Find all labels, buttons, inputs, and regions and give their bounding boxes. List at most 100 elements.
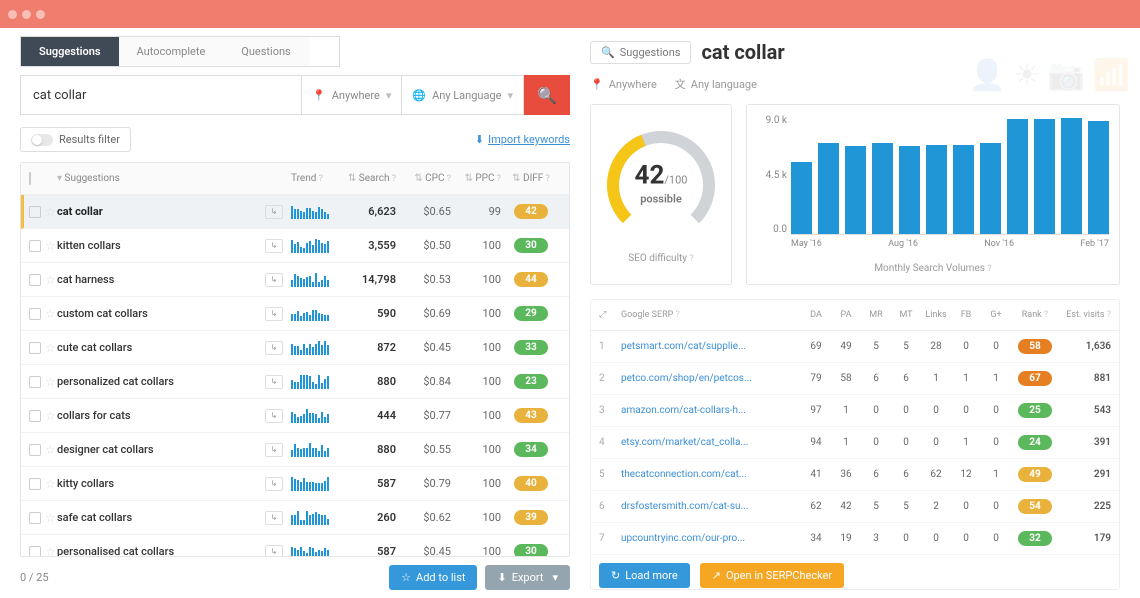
star-icon[interactable]: ☆ — [45, 341, 56, 355]
star-icon[interactable]: ☆ — [45, 477, 56, 491]
expand-button[interactable]: ↳ — [265, 443, 283, 457]
th-trend[interactable]: Trend — [291, 173, 316, 184]
external-icon: ↗ — [712, 569, 721, 582]
th-gp[interactable]: G+ — [990, 310, 1001, 320]
language-filter[interactable]: 🌐 Any Language ▾ — [402, 75, 524, 115]
tab-suggestions[interactable]: Suggestions — [21, 37, 119, 66]
expand-button[interactable]: ↳ — [265, 511, 283, 525]
da-cell: 97 — [803, 405, 829, 416]
table-row[interactable]: ☆ cat collar ↳ 6,623 $0.65 99 42 — [21, 195, 569, 229]
results-filter-toggle[interactable]: Results filter — [20, 127, 131, 152]
row-checkbox[interactable] — [29, 376, 41, 388]
select-all-checkbox[interactable] — [29, 172, 31, 185]
import-keywords-link[interactable]: ⬇ Import keywords — [475, 133, 570, 146]
serp-url[interactable]: upcountryinc.com/our-pro... — [621, 533, 799, 544]
serp-row[interactable]: 7 upcountryinc.com/our-pro... 34 19 3 0 … — [591, 523, 1119, 555]
star-icon[interactable]: ☆ — [45, 273, 56, 287]
th-mt[interactable]: MT — [899, 310, 912, 320]
th-url[interactable]: Google SERP — [621, 310, 673, 320]
table-row[interactable]: ☆ safe cat collars ↳ 260 $0.62 100 39 — [21, 501, 569, 535]
th-suggestions[interactable]: Suggestions — [65, 173, 120, 184]
serp-url[interactable]: thecatconnection.com/cat... — [621, 469, 799, 480]
th-links[interactable]: Links — [925, 310, 946, 320]
table-row[interactable]: ☆ custom cat collars ↳ 590 $0.69 100 29 — [21, 297, 569, 331]
expand-button[interactable]: ↳ — [265, 273, 283, 287]
row-checkbox[interactable] — [29, 478, 41, 490]
th-ppc[interactable]: PPC — [475, 173, 494, 184]
table-row[interactable]: ☆ personalised cat collars ↳ 587 $0.45 1… — [21, 535, 569, 556]
row-checkbox[interactable] — [29, 240, 41, 252]
location-filter[interactable]: 📍 Anywhere ▾ — [302, 75, 402, 115]
open-serpchecker-button[interactable]: ↗Open in SERPChecker — [700, 563, 844, 588]
mr-cell: 0 — [863, 405, 889, 416]
search-button[interactable]: 🔍 — [524, 75, 570, 115]
tab-autocomplete[interactable]: Autocomplete — [119, 37, 224, 66]
table-row[interactable]: ☆ kitten collars ↳ 3,559 $0.50 100 30 — [21, 229, 569, 263]
expand-button[interactable]: ↳ — [265, 545, 283, 557]
star-icon[interactable]: ☆ — [45, 239, 56, 253]
serp-url[interactable]: drsfostersmith.com/cat-su... — [621, 501, 799, 512]
expand-button[interactable]: ↳ — [265, 409, 283, 423]
row-checkbox[interactable] — [29, 512, 41, 524]
th-cpc[interactable]: CPC — [425, 173, 444, 184]
row-checkbox[interactable] — [29, 206, 41, 218]
serp-row[interactable]: 3 amazon.com/cat-collars-h... 97 1 0 0 0… — [591, 395, 1119, 427]
th-da[interactable]: DA — [810, 310, 822, 320]
serp-row[interactable]: 5 thecatconnection.com/cat... 41 36 6 6 … — [591, 459, 1119, 491]
table-row[interactable]: ☆ collars for cats ↳ 444 $0.77 100 43 — [21, 399, 569, 433]
th-pa[interactable]: PA — [841, 310, 852, 320]
row-checkbox[interactable] — [29, 342, 41, 354]
table-row[interactable]: ☆ cute cat collars ↳ 872 $0.45 100 33 — [21, 331, 569, 365]
serp-url[interactable]: etsy.com/market/cat_colla... — [621, 437, 799, 448]
serp-url[interactable]: petco.com/shop/en/petcos... — [621, 373, 799, 384]
expand-button[interactable]: ↳ — [265, 239, 283, 253]
star-icon[interactable]: ☆ — [45, 443, 56, 457]
export-button[interactable]: ⬇Export▾ — [485, 565, 570, 590]
table-row[interactable]: ☆ personalized cat collars ↳ 880 $0.84 1… — [21, 365, 569, 399]
star-icon[interactable]: ☆ — [45, 511, 56, 525]
window-dot — [8, 10, 17, 19]
expand-button[interactable]: ↳ — [265, 205, 283, 219]
th-fb[interactable]: FB — [961, 310, 972, 320]
star-icon[interactable]: ☆ — [45, 205, 56, 219]
expand-button[interactable]: ↳ — [265, 375, 283, 389]
serp-row[interactable]: 1 petsmart.com/cat/supplie... 69 49 5 5 … — [591, 331, 1119, 363]
table-row[interactable]: ☆ designer cat collars ↳ 880 $0.55 100 3… — [21, 433, 569, 467]
star-icon[interactable]: ☆ — [45, 307, 56, 321]
keyword-input[interactable] — [20, 75, 302, 115]
help-icon[interactable]: ? — [690, 254, 694, 264]
expand-button[interactable]: ↳ — [265, 307, 283, 321]
serp-row[interactable]: 4 etsy.com/market/cat_colla... 94 1 0 0 … — [591, 427, 1119, 459]
serp-row[interactable]: 2 petco.com/shop/en/petcos... 79 58 6 6 … — [591, 363, 1119, 395]
th-ev[interactable]: Est. visits — [1066, 310, 1104, 320]
add-to-list-button[interactable]: ☆Add to list — [389, 565, 477, 590]
serp-url[interactable]: amazon.com/cat-collars-h... — [621, 405, 799, 416]
th-mr[interactable]: MR — [869, 310, 882, 320]
row-checkbox[interactable] — [29, 308, 41, 320]
breadcrumb-suggestions[interactable]: 🔍Suggestions — [590, 41, 691, 64]
row-checkbox[interactable] — [29, 546, 41, 557]
pa-cell: 1 — [833, 405, 859, 416]
help-icon[interactable]: ? — [987, 264, 991, 274]
expand-button[interactable]: ↳ — [265, 341, 283, 355]
tab-questions[interactable]: Questions — [223, 37, 308, 66]
star-icon[interactable]: ☆ — [45, 375, 56, 389]
row-checkbox[interactable] — [29, 274, 41, 286]
table-row[interactable]: ☆ kitty collars ↳ 587 $0.79 100 40 — [21, 467, 569, 501]
star-icon[interactable]: ☆ — [45, 545, 56, 557]
serp-row[interactable]: 6 drsfostersmith.com/cat-su... 62 42 5 5… — [591, 491, 1119, 523]
expand-button[interactable]: ↳ — [265, 477, 283, 491]
th-search[interactable]: Search — [359, 173, 390, 184]
sort-icon[interactable]: ▾ — [57, 173, 65, 184]
table-row[interactable]: ☆ cat harness ↳ 14,798 $0.53 100 44 — [21, 263, 569, 297]
trend-cell — [291, 341, 341, 355]
row-checkbox[interactable] — [29, 444, 41, 456]
row-checkbox[interactable] — [29, 410, 41, 422]
star-icon[interactable]: ☆ — [45, 409, 56, 423]
detail-location: 📍Anywhere — [590, 76, 657, 92]
expand-icon[interactable]: ⤢ — [599, 310, 617, 320]
load-more-button[interactable]: ↻Load more — [599, 563, 690, 588]
serp-url[interactable]: petsmart.com/cat/supplie... — [621, 341, 799, 352]
th-diff[interactable]: DIFF — [523, 173, 543, 184]
th-rank[interactable]: Rank — [1022, 310, 1042, 320]
